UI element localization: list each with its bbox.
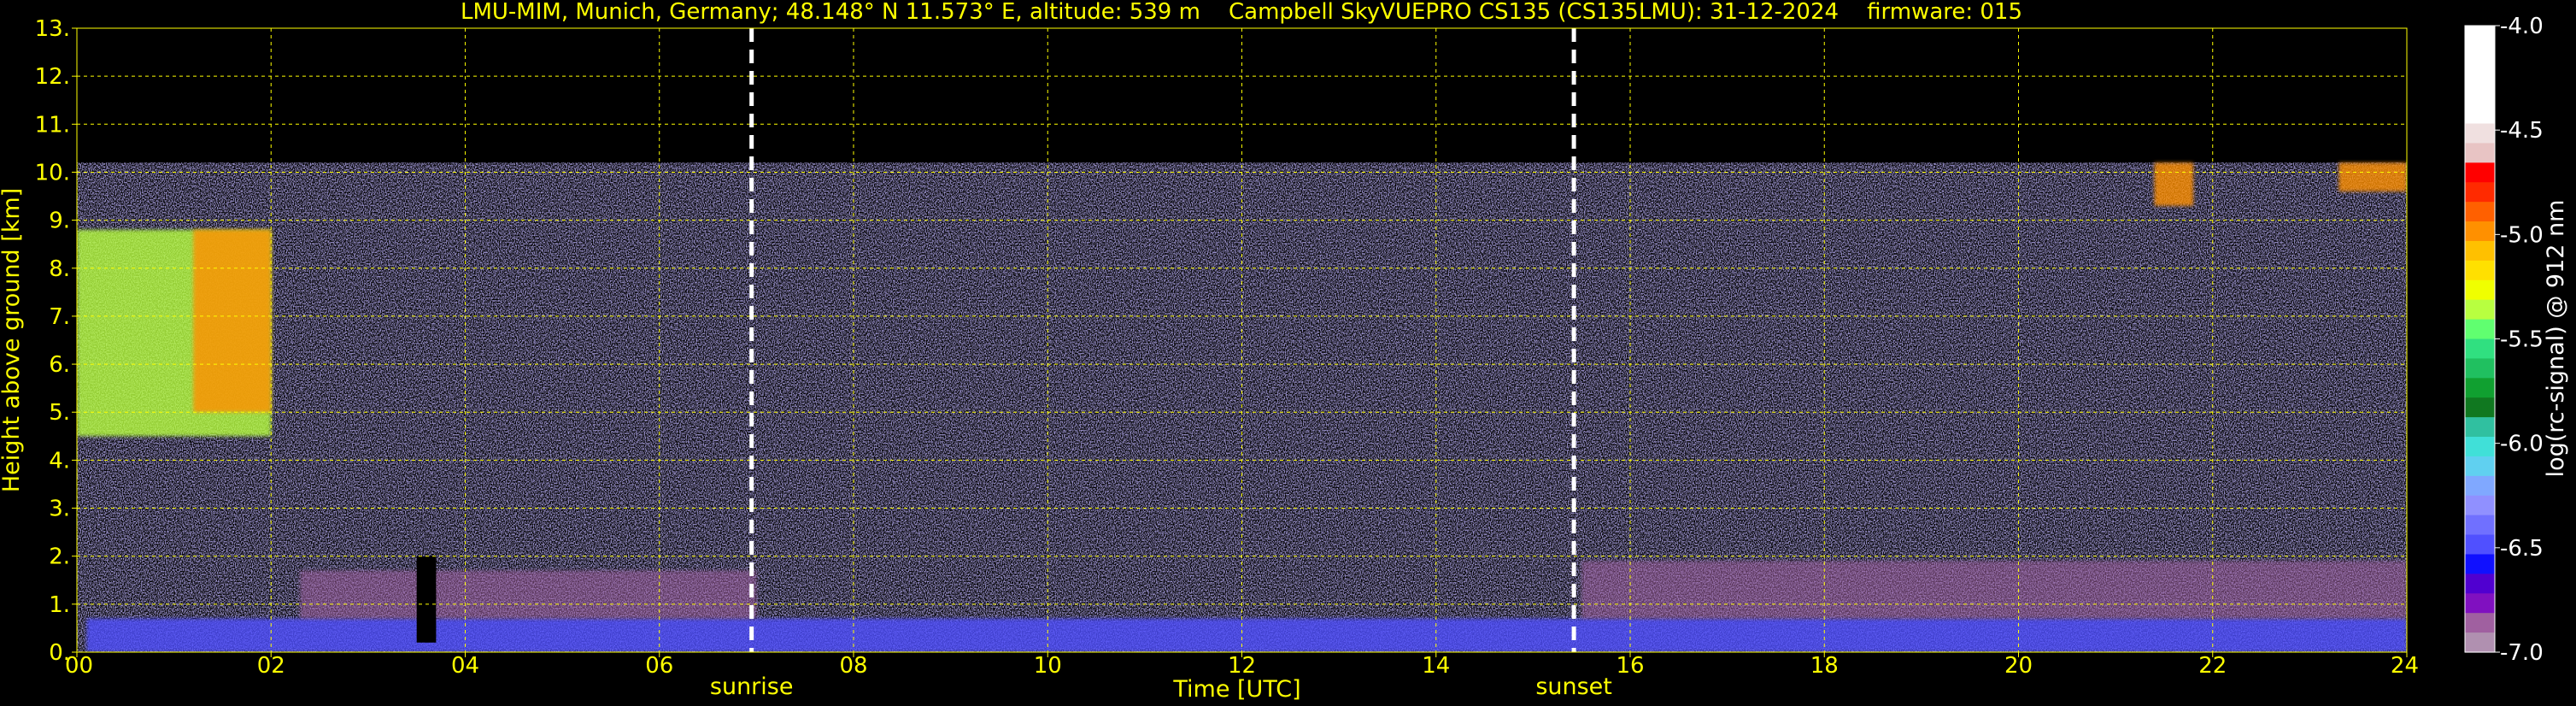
y-tick-label: 1. bbox=[49, 592, 70, 618]
y-tick-label: 2. bbox=[49, 544, 70, 570]
chart-title: LMU-MIM, Munich, Germany; 48.148° N 11.5… bbox=[461, 0, 2022, 25]
colorbar-swatch bbox=[2465, 279, 2495, 301]
y-tick-label: 4. bbox=[49, 448, 70, 474]
colorbar-tick-label: -4.5 bbox=[2500, 118, 2544, 144]
x-tick-label: 02 bbox=[257, 653, 285, 679]
colorbar-swatch bbox=[2465, 162, 2495, 183]
signal-region-cloud-core bbox=[193, 229, 272, 413]
signal-region-cloud bbox=[2338, 162, 2407, 191]
colorbar-swatch bbox=[2465, 417, 2495, 438]
colorbar-swatch bbox=[2465, 378, 2495, 398]
colorbar-swatch bbox=[2465, 495, 2495, 516]
y-tick-label: 0. bbox=[49, 640, 70, 666]
x-tick-label: 12 bbox=[1228, 653, 1256, 679]
colorbar-swatch bbox=[2465, 260, 2495, 281]
colorbar-swatch bbox=[2465, 26, 2495, 46]
colorbar-swatch bbox=[2465, 632, 2495, 653]
colorbar-tick-label: -4.0 bbox=[2500, 14, 2544, 39]
colorbar-swatch bbox=[2465, 123, 2495, 144]
x-tick-label: 04 bbox=[451, 653, 479, 679]
colorbar-swatch bbox=[2465, 515, 2495, 536]
colorbar-swatch bbox=[2465, 397, 2495, 418]
x-axis-ticks: 00 02 04 06 08 10 12 14 16 18 20 22 24 bbox=[65, 652, 2419, 679]
x-tick-label: 16 bbox=[1616, 653, 1644, 679]
colorbar-swatch bbox=[2465, 221, 2495, 242]
colorbar-swatch bbox=[2465, 103, 2495, 125]
x-axis-label: Time [UTC] bbox=[1172, 676, 1300, 703]
colorbar-swatch bbox=[2465, 574, 2495, 594]
colorbar-tick-label: -6.0 bbox=[2500, 432, 2544, 457]
colorbar-swatch bbox=[2465, 358, 2495, 379]
colorbar-swatch bbox=[2465, 240, 2495, 262]
x-tick-label: 24 bbox=[2391, 653, 2419, 679]
colorbar-swatch bbox=[2465, 64, 2495, 85]
colorbar-swatch bbox=[2465, 338, 2495, 360]
y-tick-label: 11. bbox=[35, 112, 70, 138]
colorbar-label: log(rc-signal) @ 912 nm bbox=[2543, 200, 2569, 478]
sunset-label: sunset bbox=[1535, 674, 1612, 700]
x-tick-label: 18 bbox=[1810, 653, 1839, 679]
x-tick-label: 08 bbox=[839, 653, 867, 679]
y-tick-label: 12. bbox=[35, 64, 70, 90]
y-tick-label: 8. bbox=[49, 256, 70, 282]
y-tick-label: 9. bbox=[49, 209, 70, 234]
colorbar-tick-label: -5.0 bbox=[2500, 222, 2544, 248]
x-tick-label: 10 bbox=[1034, 653, 1062, 679]
colorbar-swatch bbox=[2465, 182, 2495, 203]
colorbar-swatch bbox=[2465, 44, 2495, 66]
y-tick-label: 3. bbox=[49, 497, 70, 522]
signal-region-cloud bbox=[2154, 162, 2194, 206]
ceilometer-chart: sunrise sunset 00 02 04 06 08 10 12 14 16 18 20 22 24… bbox=[0, 0, 2569, 703]
colorbar-swatch bbox=[2465, 456, 2495, 477]
sunrise-label: sunrise bbox=[710, 674, 794, 700]
colorbar-swatch bbox=[2465, 475, 2495, 497]
colorbar-swatch bbox=[2465, 437, 2495, 457]
x-tick-label: 14 bbox=[1422, 653, 1450, 679]
colorbar-tick-label: -6.5 bbox=[2500, 536, 2544, 562]
y-tick-label: 10. bbox=[35, 160, 70, 185]
signal-region-aerosol bbox=[1581, 561, 2407, 619]
colorbar-swatches bbox=[2465, 26, 2495, 653]
colorbar-swatch bbox=[2465, 534, 2495, 556]
colorbar-swatch bbox=[2465, 202, 2495, 222]
y-tick-label: 5. bbox=[49, 400, 70, 426]
signal-region-data-gap bbox=[416, 556, 437, 643]
colorbar-swatch bbox=[2465, 613, 2495, 633]
colorbar: -4.0 -4.5 -5.0 -5.5 -6.0 -6.5 -7.0 log(rc-sign… bbox=[2464, 14, 2569, 666]
colorbar-swatch bbox=[2465, 593, 2495, 614]
colorbar-swatch bbox=[2465, 319, 2495, 340]
colorbar-tick-label: -5.5 bbox=[2500, 327, 2544, 353]
colorbar-swatch bbox=[2465, 554, 2495, 574]
colorbar-swatch bbox=[2465, 84, 2495, 105]
y-tick-label: 6. bbox=[49, 352, 70, 378]
colorbar-tick-label: -7.0 bbox=[2500, 640, 2544, 666]
y-tick-label: 7. bbox=[49, 304, 70, 330]
signal-region-aerosol bbox=[300, 570, 757, 619]
colorbar-swatch bbox=[2465, 299, 2495, 321]
x-tick-label: 22 bbox=[2198, 653, 2227, 679]
x-tick-label: 06 bbox=[645, 653, 673, 679]
y-axis-label: Height above ground [km] bbox=[0, 188, 25, 492]
y-tick-label: 13. bbox=[35, 16, 70, 42]
x-tick-label: 20 bbox=[2004, 653, 2033, 679]
y-axis-ticks: 0. 1. 2. 3. 4. 5. 6. 7. 8. 9. 10. 11. 12. 13. bbox=[35, 16, 77, 666]
colorbar-ticks: -4.0 -4.5 -5.0 -5.5 -6.0 -6.5 -7.0 bbox=[2495, 14, 2544, 666]
colorbar-swatch bbox=[2465, 143, 2495, 163]
